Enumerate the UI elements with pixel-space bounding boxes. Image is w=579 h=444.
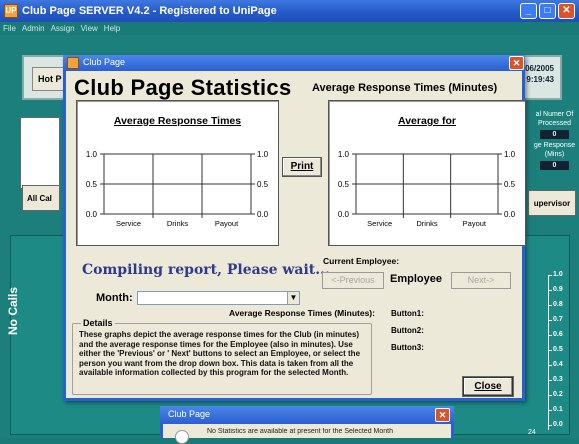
current-employee-label: Current Employee: [323,256,400,266]
message-dialog: Club Page ✕ No Statistics are available … [160,406,454,444]
compiling-status: Compiling report, Please wait... [82,262,330,278]
axis-tick-label: 0.4 [548,361,563,368]
x-tick-label: Service [116,219,141,228]
club-response-chart: Average Response Times 0.0 0.0 0.5 0.5 1.0 1.… [76,100,279,246]
menu-bar: File Admin Assign View Help [0,22,579,35]
axis-tick-label: 1.0 [548,271,563,278]
previous-button[interactable]: <-Previous [322,272,384,289]
x-tick-label: Payout [215,219,239,228]
right-axis: 1.0 0.9 0.8 0.7 0.6 0.5 0.4 0.3 0.2 0.1 0.0 [548,271,578,430]
axis-tick-label: 0.6 [548,331,563,338]
maximize-icon[interactable]: □ [539,3,556,19]
all-calls-button[interactable]: All Cal [22,185,60,211]
y-tick-label: 0.5 [338,180,350,189]
supervisor-button[interactable]: upervisor [528,190,576,216]
minimize-icon[interactable]: _ [520,3,537,19]
axis-label-24: 24 [528,429,536,436]
details-text: These graphs depict the average response… [79,330,361,377]
menu-admin[interactable]: Admin [22,22,45,35]
chevron-down-icon[interactable]: ▼ [287,292,299,304]
club-page-logo-icon [67,57,79,69]
y-tick-label-right: 0.0 [257,210,269,219]
details-legend: Details [81,318,115,328]
message-dialog-titlebar: Club Page ✕ [160,406,454,424]
button2-label: Button2: [391,326,424,335]
details-groupbox: Details These graphs depict the average … [72,318,372,395]
avg-response-label: ge Response (Mins) [533,142,576,158]
close-button[interactable]: Close [463,377,513,396]
button3-label: Button3: [391,343,424,352]
y-tick-label: 0.5 [86,180,98,189]
stats-panel: al Numer Of Processed 0 ge Response (Min… [532,110,577,190]
month-select[interactable]: ▼ [137,291,300,305]
statistics-dialog: Club Page ✕ Club Page Statistics Average… [63,55,526,401]
dialog-close-icon[interactable]: ✕ [509,56,524,70]
number-processed-label: al Numer Of Processed [535,111,574,127]
menu-help[interactable]: Help [104,22,120,35]
axis-tick-label: 0.0 [548,421,563,428]
dialog-titlebar: Club Page ✕ [63,55,525,71]
x-tick-label: Service [367,219,392,228]
axis-tick-label: 0.2 [548,391,563,398]
axis-tick-label: 0.5 [548,346,563,353]
y-tick-label: 0.0 [338,210,350,219]
app-titlebar: UP Club Page SERVER V4.2 - Registered to… [0,0,579,22]
y-tick-label-right: 1.0 [504,150,516,159]
avg-response-minutes-label: Average Response Times (Minutes): [229,308,375,318]
axis-tick-label: 0.1 [548,406,563,413]
print-button[interactable]: Print [282,157,322,177]
app-logo-icon: UP [4,4,18,18]
message-dialog-title: Club Page [168,409,211,419]
number-processed-value: 0 [540,130,569,139]
axis-tick-label: 0.9 [548,286,563,293]
blank-panel [20,117,60,189]
dialog-subtitle: Average Response Times (Minutes) [312,82,498,94]
y-tick-label-right: 0.0 [504,210,516,219]
y-tick-label: 1.0 [86,150,98,159]
employee-response-chart: Average for 0.0 0.0 0.5 0.5 1.0 1.0 Service Dri… [328,100,526,246]
menu-view[interactable]: View [81,22,98,35]
y-tick-label-right: 0.5 [257,180,269,189]
close-label: Close [474,381,502,392]
no-calls-axis-label: No Calls [6,286,20,335]
dialog-title: Club Page Statistics [74,75,292,100]
y-tick-label: 0.0 [86,210,98,219]
axis-tick-label: 0.7 [548,316,563,323]
print-label: Print [290,161,314,172]
y-tick-label: 1.0 [338,150,350,159]
employee-label: Employee [390,273,442,285]
menu-assign[interactable]: Assign [51,22,75,35]
x-tick-label: Drinks [416,219,438,228]
info-icon [175,430,189,444]
avg-response-value: 0 [540,161,569,170]
x-tick-label: Drinks [167,219,189,228]
message-close-icon[interactable]: ✕ [435,408,450,422]
app-title: Club Page SERVER V4.2 - Registered to Un… [22,5,277,17]
message-text: No Statistics are available at present f… [207,428,393,435]
window-controls: _ □ ✕ [520,3,575,19]
y-tick-label-right: 1.0 [257,150,269,159]
close-icon[interactable]: ✕ [558,3,575,19]
dialog-window-title: Club Page [83,57,126,67]
chart-svg: 0.0 0.0 0.5 0.5 1.0 1.0 Service Drinks Payout [338,150,516,228]
menu-file[interactable]: File [3,22,16,35]
axis-tick-label: 0.8 [548,301,563,308]
button1-label: Button1: [391,309,424,318]
y-tick-label-right: 0.5 [504,180,516,189]
axis-tick-label: 0.3 [548,376,563,383]
chart-svg: 0.0 0.0 0.5 0.5 1.0 1.0 Service Drinks Payout [86,150,269,228]
x-tick-label: Payout [463,219,487,228]
next-button[interactable]: Next-> [451,272,511,289]
month-label: Month: [96,292,133,304]
